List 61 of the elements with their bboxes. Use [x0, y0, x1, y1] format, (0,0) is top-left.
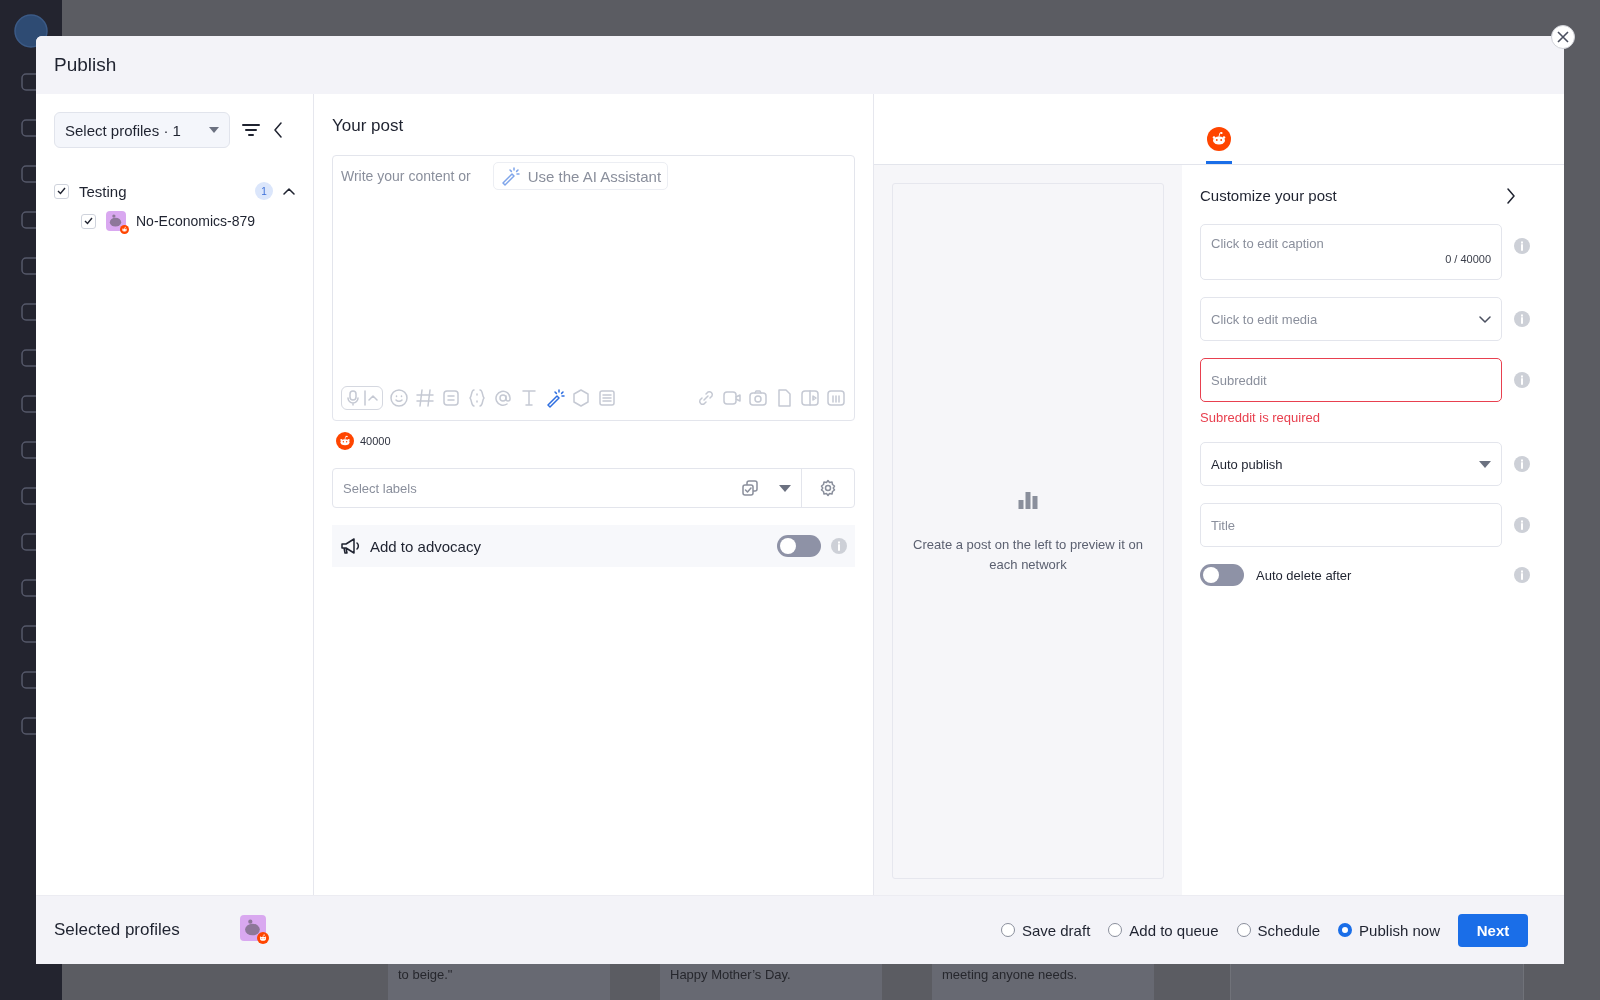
post-text: to beige.": [398, 967, 453, 984]
profile-select[interactable]: Select profiles · 1: [54, 112, 230, 148]
megaphone-icon: [340, 537, 360, 555]
chevron-right-icon[interactable]: [1506, 187, 1516, 204]
caption-field[interactable]: Click to edit caption 0 / 40000: [1200, 224, 1502, 280]
next-button[interactable]: Next: [1458, 913, 1528, 947]
chevron-left-icon[interactable]: [272, 122, 284, 138]
toggle-switch[interactable]: [777, 535, 821, 557]
checkbox[interactable]: [54, 183, 69, 199]
section-heading: Your post: [332, 116, 405, 136]
section-heading: Customize your post: [1200, 187, 1337, 204]
chevron-up-icon: [364, 390, 378, 406]
radio-option[interactable]: Save draft: [1000, 921, 1091, 939]
info-icon: [831, 538, 847, 554]
editor-placeholder: Write your content or: [341, 168, 471, 184]
radio-option[interactable]: Schedule: [1236, 921, 1321, 939]
reddit-icon: [257, 932, 269, 944]
info-icon: [1514, 567, 1530, 583]
network-tab[interactable]: [1206, 127, 1232, 164]
post-text: meeting anyone needs.: [942, 967, 1078, 984]
chevron-up-icon[interactable]: [283, 187, 295, 195]
error-message: Subreddit is required: [1200, 410, 1321, 425]
publish-mode-select[interactable]: Auto publish: [1200, 442, 1502, 486]
filter-icon[interactable]: [242, 123, 260, 137]
radio-option[interactable]: Add to queue: [1108, 921, 1219, 939]
toggle-label: Auto delete after: [1256, 567, 1352, 583]
close-icon: [1557, 31, 1569, 43]
count-badge: 1: [255, 182, 273, 200]
microphone-icon: [346, 390, 360, 406]
profile-name: No-Economics-879: [136, 213, 256, 229]
magic-wand-icon[interactable]: [545, 388, 565, 408]
info-icon: [1514, 456, 1530, 472]
chevron-down-icon: [1479, 315, 1491, 323]
reddit-icon: [336, 432, 354, 450]
radio-option[interactable]: Publish now: [1338, 921, 1440, 939]
group-name: Testing: [79, 182, 128, 200]
info-icon: [1514, 372, 1530, 388]
caret-icon: [779, 484, 791, 492]
info-icon: [1514, 517, 1530, 533]
copy-check-icon: [741, 479, 759, 497]
magic-wand-icon: [499, 166, 520, 186]
footer-label: Selected profiles: [54, 920, 181, 940]
voice-input-button[interactable]: [341, 386, 383, 410]
reddit-icon: [120, 225, 129, 234]
silhouette-icon: [243, 918, 261, 936]
caret-icon: [209, 127, 219, 133]
advocacy-label: Add to advocacy: [370, 537, 482, 555]
reddit-icon: [1207, 127, 1231, 151]
character-count: 40000: [360, 435, 391, 447]
toggle-switch[interactable]: [1200, 564, 1244, 586]
logo-icon: [14, 14, 48, 48]
checkmark-icon: [84, 217, 93, 225]
checkbox[interactable]: [81, 213, 96, 229]
info-icon: [1514, 311, 1530, 327]
checkmark-icon: [57, 187, 66, 195]
caret-icon: [1479, 460, 1491, 468]
dialog-title: Publish: [54, 54, 117, 76]
settings-icon[interactable]: [819, 479, 837, 497]
preview-empty-text: Create a post on the left to preview it on each network: [912, 536, 1144, 574]
info-icon: [1514, 238, 1530, 254]
post-text: Happy Mother’s Day.: [670, 967, 791, 984]
